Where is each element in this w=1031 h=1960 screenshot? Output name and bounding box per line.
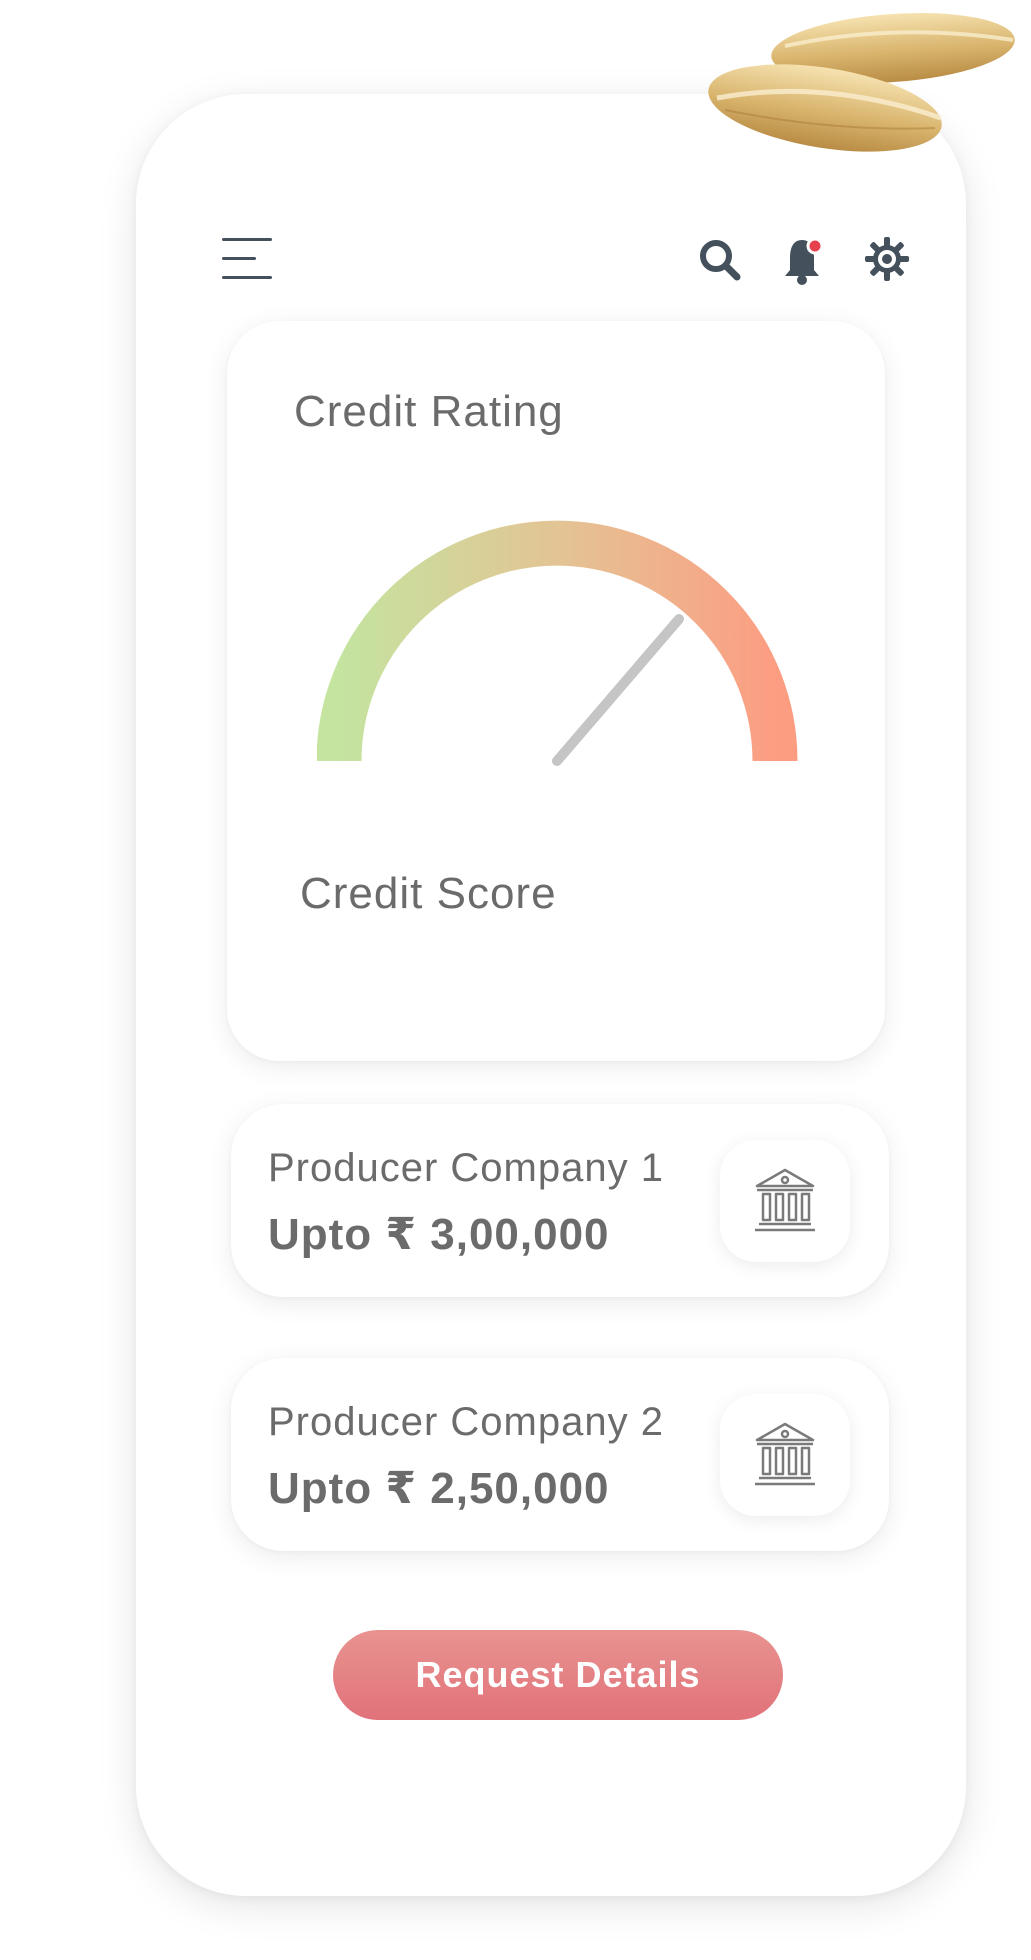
menu-icon-line (222, 276, 272, 279)
notification-dot (806, 237, 824, 255)
bank-tile (720, 1140, 850, 1262)
menu-icon-line (222, 257, 256, 260)
request-details-button[interactable]: Request Details (333, 1630, 783, 1720)
company-card[interactable]: Producer Company 2 Upto ₹ 2,50,000 (231, 1358, 889, 1551)
company-name: Producer Company 2 (268, 1400, 664, 1444)
menu-icon (222, 238, 272, 241)
credit-rating-title: Credit Rating (294, 387, 564, 436)
bank-icon (755, 1422, 815, 1486)
bank-tile (720, 1394, 850, 1516)
notifications-button[interactable] (782, 236, 826, 286)
company-loan-amount: Upto ₹ 2,50,000 (268, 1464, 610, 1513)
search-icon (700, 240, 741, 281)
credit-rating-card: Credit Rating Credit Score (227, 321, 885, 1061)
credit-score-label: Credit Score (300, 869, 557, 918)
company-card[interactable]: Producer Company 1 Upto ₹ 3,00,000 (231, 1104, 889, 1297)
company-loan-amount: Upto ₹ 3,00,000 (268, 1210, 610, 1259)
bell-icon (785, 237, 824, 285)
gear-icon (865, 237, 909, 281)
rice-grains-decoration (708, 13, 1015, 152)
gauge-needle (552, 614, 684, 766)
credit-score-gauge (317, 520, 798, 766)
search-button[interactable] (698, 238, 742, 282)
bank-icon (755, 1168, 815, 1232)
gauge-arc (317, 520, 798, 762)
menu-button[interactable] (222, 236, 272, 280)
settings-button[interactable] (864, 236, 910, 282)
company-name: Producer Company 1 (268, 1146, 664, 1190)
